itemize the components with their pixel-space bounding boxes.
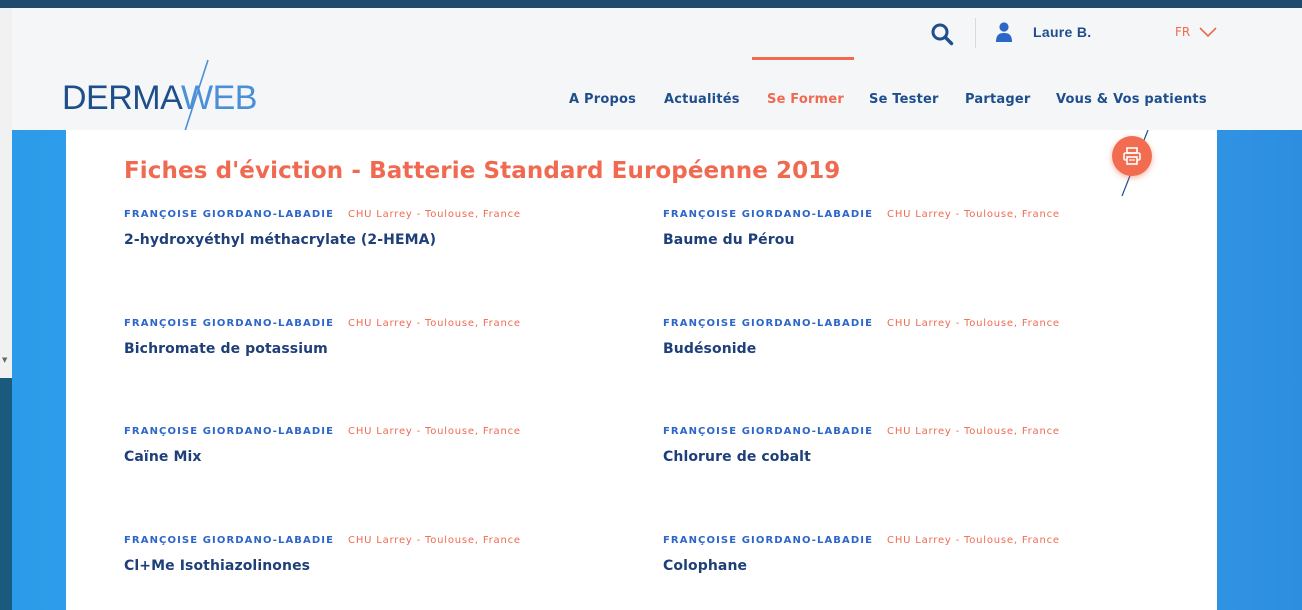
entry-meta: FRANÇOISE GIORDANO-LABADIE CHU Larrey - T… [663, 209, 1183, 220]
entry-organization: CHU Larrey - Toulouse, France [348, 426, 521, 437]
content-card: Fiches d'éviction - Batterie Standard Eu… [66, 130, 1217, 610]
entry-organization: CHU Larrey - Toulouse, France [348, 535, 521, 546]
entry-author[interactable]: FRANÇOISE GIORDANO-LABADIE [663, 426, 873, 437]
entry-organization: CHU Larrey - Toulouse, France [887, 318, 1060, 329]
list-item[interactable]: FRANÇOISE GIORDANO-LABADIE CHU Larrey - T… [124, 318, 644, 378]
nav-vous-et-vos-patients[interactable]: Vous & Vos patients [1056, 92, 1207, 107]
entry-meta: FRANÇOISE GIORDANO-LABADIE CHU Larrey - T… [663, 318, 1183, 329]
language-selector[interactable]: FR [1175, 25, 1190, 39]
entry-author[interactable]: FRANÇOISE GIORDANO-LABADIE [663, 535, 873, 546]
entry-author[interactable]: FRANÇOISE GIORDANO-LABADIE [663, 318, 873, 329]
print-button[interactable] [1112, 136, 1152, 176]
entry-title-link[interactable]: Bichromate de potassium [124, 341, 644, 357]
utility-bar: Laure B. FR [12, 8, 1302, 58]
entry-meta: FRANÇOISE GIORDANO-LABADIE CHU Larrey - T… [663, 535, 1183, 546]
site-header: Laure B. FR DERMAWEB A Propos Actualités… [12, 8, 1302, 135]
nav-se-tester[interactable]: Se Tester [869, 92, 939, 107]
entry-title-link[interactable]: Baume du Pérou [663, 232, 1183, 248]
entry-title-link[interactable]: Budésonide [663, 341, 1183, 357]
list-item[interactable]: FRANÇOISE GIORDANO-LABADIE CHU Larrey - T… [663, 209, 1183, 269]
entry-title-link[interactable]: 2-hydroxyéthyl méthacrylate (2-HEMA) [124, 232, 644, 248]
list-item[interactable]: FRANÇOISE GIORDANO-LABADIE CHU Larrey - T… [663, 535, 1183, 595]
search-icon[interactable] [930, 22, 954, 46]
printer-icon [1123, 147, 1141, 165]
utility-divider [975, 18, 976, 48]
list-item[interactable]: FRANÇOISE GIORDANO-LABADIE CHU Larrey - T… [124, 535, 644, 595]
entry-organization: CHU Larrey - Toulouse, France [887, 209, 1060, 220]
user-icon[interactable] [995, 22, 1013, 42]
nav-a-propos[interactable]: A Propos [569, 92, 636, 107]
entry-title-link[interactable]: Chlorure de cobalt [663, 449, 1183, 465]
page-title: Fiches d'éviction - Batterie Standard Eu… [124, 158, 841, 184]
user-name-link[interactable]: Laure B. [1033, 24, 1091, 40]
entry-author[interactable]: FRANÇOISE GIORDANO-LABADIE [124, 318, 334, 329]
entry-meta: FRANÇOISE GIORDANO-LABADIE CHU Larrey - T… [124, 535, 644, 546]
entry-meta: FRANÇOISE GIORDANO-LABADIE CHU Larrey - T… [124, 426, 644, 437]
chevron-down-icon[interactable] [1199, 26, 1217, 38]
nav-actualites[interactable]: Actualités [664, 92, 740, 107]
entry-title-link[interactable]: Colophane [663, 558, 1183, 574]
entry-organization: CHU Larrey - Toulouse, France [348, 209, 521, 220]
entry-meta: FRANÇOISE GIORDANO-LABADIE CHU Larrey - T… [663, 426, 1183, 437]
scroll-caret-icon[interactable]: ▼ [2, 356, 7, 364]
browser-left-edge: ▼ [0, 8, 12, 610]
list-item[interactable]: FRANÇOISE GIORDANO-LABADIE CHU Larrey - T… [124, 426, 644, 486]
entry-title-link[interactable]: Cl+Me Isothiazolinones [124, 558, 644, 574]
entry-meta: FRANÇOISE GIORDANO-LABADIE CHU Larrey - T… [124, 209, 644, 220]
entry-organization: CHU Larrey - Toulouse, France [348, 318, 521, 329]
entry-organization: CHU Larrey - Toulouse, France [887, 535, 1060, 546]
nav-partager[interactable]: Partager [965, 92, 1030, 107]
list-item[interactable]: FRANÇOISE GIORDANO-LABADIE CHU Larrey - T… [663, 426, 1183, 486]
entry-meta: FRANÇOISE GIORDANO-LABADIE CHU Larrey - T… [124, 318, 644, 329]
entry-organization: CHU Larrey - Toulouse, France [887, 426, 1060, 437]
active-nav-indicator [752, 57, 854, 60]
entry-author[interactable]: FRANÇOISE GIORDANO-LABADIE [124, 426, 334, 437]
entry-title-link[interactable]: Caïne Mix [124, 449, 644, 465]
top-strip [0, 0, 1302, 8]
entry-author[interactable]: FRANÇOISE GIORDANO-LABADIE [124, 535, 334, 546]
list-item[interactable]: FRANÇOISE GIORDANO-LABADIE CHU Larrey - T… [663, 318, 1183, 378]
nav-se-former[interactable]: Se Former [767, 92, 844, 107]
entry-author[interactable]: FRANÇOISE GIORDANO-LABADIE [663, 209, 873, 220]
list-item[interactable]: FRANÇOISE GIORDANO-LABADIE CHU Larrey - T… [124, 209, 644, 269]
main-navigation: A Propos Actualités Se Former Se Tester … [12, 92, 1302, 112]
entry-author[interactable]: FRANÇOISE GIORDANO-LABADIE [124, 209, 334, 220]
left-edge-panel [0, 378, 12, 610]
